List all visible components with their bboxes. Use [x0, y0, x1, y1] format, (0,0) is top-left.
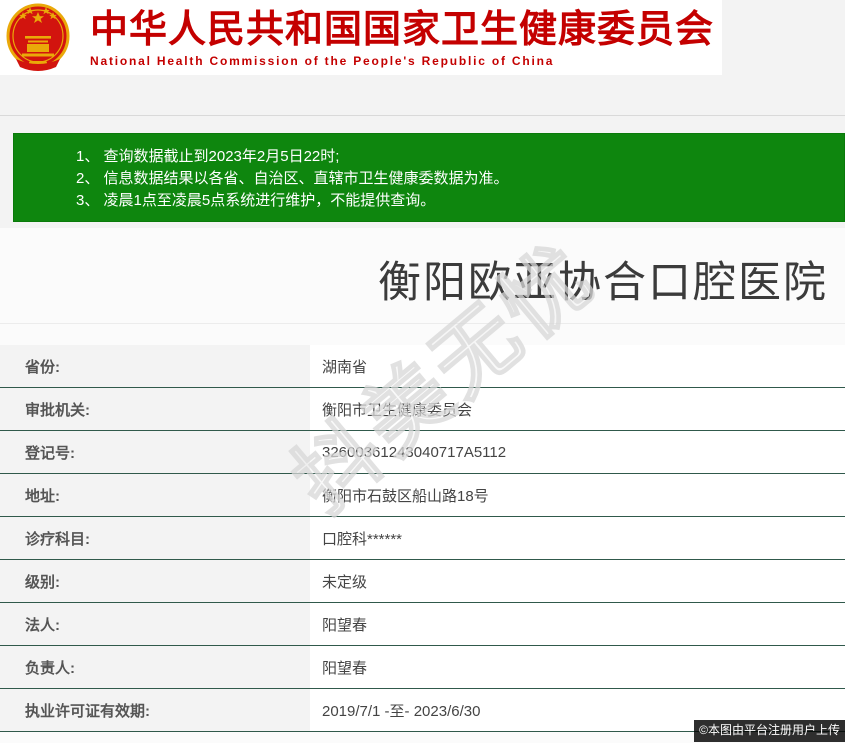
field-label: 审批机关: — [0, 388, 310, 430]
table-row-registration-number: 登记号: 32600361243040717A5112 — [0, 431, 845, 474]
field-value: 衡阳市石鼓区船山路18号 — [310, 474, 845, 516]
table-row-province: 省份: 湖南省 — [0, 345, 845, 388]
header-divider — [0, 115, 845, 116]
notice-line-2: 2、 信息数据结果以各省、自治区、直辖市卫生健康委数据为准。 — [76, 168, 844, 190]
table-row-clinical-departments: 诊疗科目: 口腔科****** — [0, 517, 845, 560]
field-label: 执业许可证有效期: — [0, 689, 310, 731]
table-row-level: 级别: 未定级 — [0, 560, 845, 603]
table-row-approval-authority: 审批机关: 衡阳市卫生健康委员会 — [0, 388, 845, 431]
field-label: 级别: — [0, 560, 310, 602]
site-header: 中华人民共和国国家卫生健康委员会 National Health Commiss… — [0, 0, 722, 75]
field-label: 诊疗科目: — [0, 517, 310, 559]
field-value: 湖南省 — [310, 345, 845, 387]
table-row-person-in-charge: 负责人: 阳望春 — [0, 646, 845, 689]
result-panel: 衡阳欧亚协合口腔医院 省份: 湖南省 审批机关: 衡阳市卫生健康委员会 登记号:… — [0, 228, 845, 743]
notice-line-3: 3、 凌晨1点至凌晨5点系统进行维护，不能提供查询。 — [76, 190, 844, 212]
china-national-emblem-icon — [6, 3, 70, 73]
table-row-address: 地址: 衡阳市石鼓区船山路18号 — [0, 474, 845, 517]
notice-box: 1、 查询数据截止到2023年2月5日22时; 2、 信息数据结果以各省、自治区… — [13, 133, 845, 222]
hospital-name-title: 衡阳欧亚协合口腔医院 — [0, 258, 845, 308]
title-underline — [0, 323, 845, 324]
field-label: 登记号: — [0, 431, 310, 473]
field-value: 口腔科****** — [310, 517, 845, 559]
field-label: 省份: — [0, 345, 310, 387]
site-title-en: National Health Commission of the People… — [90, 54, 714, 68]
field-label: 负责人: — [0, 646, 310, 688]
table-row-legal-person: 法人: 阳望春 — [0, 603, 845, 646]
field-label: 法人: — [0, 603, 310, 645]
field-label: 地址: — [0, 474, 310, 516]
field-value: 阳望春 — [310, 603, 845, 645]
field-value: 衡阳市卫生健康委员会 — [310, 388, 845, 430]
field-value: 未定级 — [310, 560, 845, 602]
field-value: 32600361243040717A5112 — [310, 431, 845, 473]
hospital-info-table: 省份: 湖南省 审批机关: 衡阳市卫生健康委员会 登记号: 3260036124… — [0, 345, 845, 732]
uploader-badge: ©本图由平台注册用户上传 — [694, 720, 845, 742]
notice-line-1: 1、 查询数据截止到2023年2月5日22时; — [76, 146, 844, 168]
page: 中华人民共和国国家卫生健康委员会 National Health Commiss… — [0, 0, 845, 743]
field-value: 阳望春 — [310, 646, 845, 688]
site-title-cn: 中华人民共和国国家卫生健康委员会 — [90, 8, 714, 52]
